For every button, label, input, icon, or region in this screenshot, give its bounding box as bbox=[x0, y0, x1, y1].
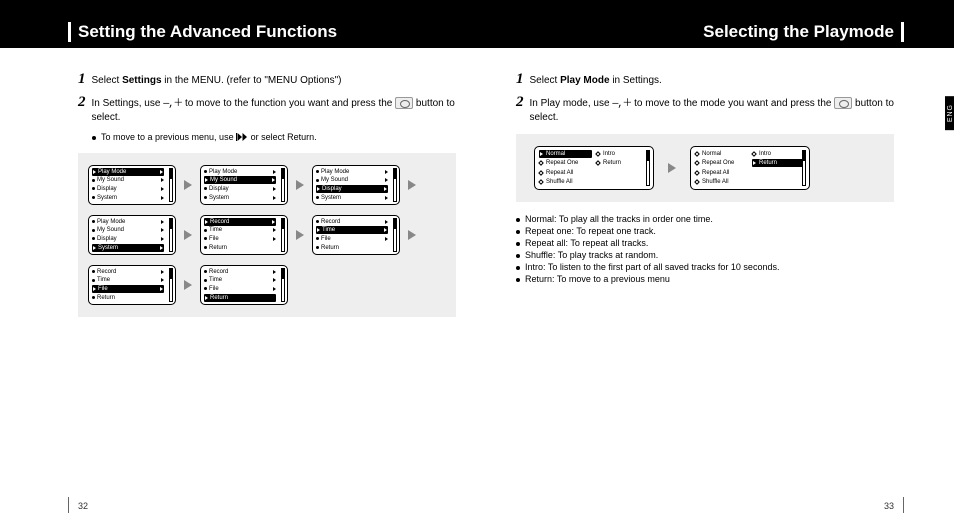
step-2-number: 2 bbox=[78, 95, 86, 110]
bullet-icon bbox=[92, 136, 96, 140]
previous-track-icon bbox=[236, 133, 248, 143]
arrow-right-icon bbox=[296, 180, 304, 190]
bullet-icon bbox=[516, 218, 520, 222]
settings-screens: Play Mode My Sound Display System Play M… bbox=[78, 153, 456, 317]
language-tab: ENG bbox=[945, 96, 954, 130]
def-repeat-one: Repeat one: To repeat one track. bbox=[525, 226, 656, 236]
screen-settings-return: Record Time File Return bbox=[200, 265, 288, 305]
r-step-1: 1 Select Play Mode in Settings. bbox=[516, 72, 894, 87]
header-title-right: Selecting the Playmode bbox=[703, 22, 894, 42]
screen-settings-system: Play Mode My Sound Display System bbox=[88, 215, 176, 255]
scrollbar-icon bbox=[281, 218, 285, 252]
minus-plus-icon: —,＋ bbox=[163, 99, 182, 110]
r-step-1-number: 1 bbox=[516, 72, 524, 87]
def-return: Return: To move to a previous menu bbox=[525, 274, 670, 284]
def-normal: Normal: To play all the tracks in order … bbox=[525, 214, 713, 224]
note-text: To move to a previous menu, use or selec… bbox=[101, 132, 317, 143]
bullet-icon bbox=[516, 230, 520, 234]
screen-settings-mysound: Play Mode My Sound Display System bbox=[200, 165, 288, 205]
r-step-1-text: Select Play Mode in Settings. bbox=[530, 74, 662, 87]
arrow-right-icon bbox=[668, 163, 676, 173]
arrow-right-icon bbox=[184, 180, 192, 190]
page-rule-right bbox=[903, 497, 904, 513]
r-step-2-text: In Play mode, use —,＋ to move to the mod… bbox=[530, 97, 895, 124]
scrollbar-icon bbox=[393, 168, 397, 202]
screen-settings-playmode: Play Mode My Sound Display System bbox=[88, 165, 176, 205]
step-1-text: Select Settings in the MENU. (refer to "… bbox=[92, 74, 342, 87]
bullet-icon bbox=[516, 278, 520, 282]
note-row: To move to a previous menu, use or selec… bbox=[92, 132, 456, 143]
screen-settings-file: Record Time File Return bbox=[88, 265, 176, 305]
def-shuffle: Shuffle: To play tracks at random. bbox=[525, 250, 658, 260]
page-rule-left bbox=[68, 497, 69, 513]
playmode-screens: Normal Repeat One Repeat All Shuffle All… bbox=[516, 134, 894, 202]
scrollbar-icon bbox=[802, 150, 806, 186]
arrow-right-icon bbox=[296, 230, 304, 240]
scrollbar-icon bbox=[281, 268, 285, 302]
scrollbar-icon bbox=[281, 168, 285, 202]
screen-settings-display: Play Mode My Sound Display System bbox=[312, 165, 400, 205]
step-1: 1 Select Settings in the MENU. (refer to… bbox=[78, 72, 456, 87]
arrow-right-icon bbox=[184, 230, 192, 240]
r-step-2: 2 In Play mode, use —,＋ to move to the m… bbox=[516, 95, 894, 124]
scrollbar-icon bbox=[393, 218, 397, 252]
definitions-list: Normal: To play all the tracks in order … bbox=[516, 214, 894, 284]
bullet-icon bbox=[516, 242, 520, 246]
left-column: 1 Select Settings in the MENU. (refer to… bbox=[0, 72, 476, 317]
scrollbar-icon bbox=[646, 150, 650, 186]
scrollbar-icon bbox=[169, 168, 173, 202]
minus-plus-icon: —,＋ bbox=[612, 99, 631, 110]
def-repeat-all: Repeat all: To repeat all tracks. bbox=[525, 238, 648, 248]
screen-settings-time: Record Time File Return bbox=[312, 215, 400, 255]
scrollbar-icon bbox=[169, 268, 173, 302]
screen-playmode-return: Normal Repeat One Repeat All Shuffle All… bbox=[690, 146, 810, 190]
header-title-left: Setting the Advanced Functions bbox=[78, 22, 337, 42]
step-2-text: In Settings, use —,＋ to move to the func… bbox=[92, 97, 457, 124]
arrow-right-icon bbox=[408, 230, 416, 240]
arrow-right-icon bbox=[408, 180, 416, 190]
bullet-icon bbox=[516, 266, 520, 270]
arrow-right-icon bbox=[184, 280, 192, 290]
page-number-right: 33 bbox=[884, 501, 894, 511]
step-1-number: 1 bbox=[78, 72, 86, 87]
r-step-2-number: 2 bbox=[516, 95, 524, 110]
screen-settings-record: Record Time File Return bbox=[200, 215, 288, 255]
step-2: 2 In Settings, use —,＋ to move to the fu… bbox=[78, 95, 456, 124]
right-column: ENG 1 Select Play Mode in Settings. 2 In… bbox=[476, 72, 954, 317]
header: Setting the Advanced Functions Selecting… bbox=[0, 16, 954, 48]
bullet-icon bbox=[516, 254, 520, 258]
page-number-left: 32 bbox=[78, 501, 88, 511]
top-bar bbox=[0, 0, 954, 16]
scrollbar-icon bbox=[169, 218, 173, 252]
screen-playmode-normal: Normal Repeat One Repeat All Shuffle All… bbox=[534, 146, 654, 190]
jog-button-icon bbox=[834, 97, 852, 109]
jog-button-icon bbox=[395, 97, 413, 109]
def-intro: Intro: To listen to the first part of al… bbox=[525, 262, 779, 272]
